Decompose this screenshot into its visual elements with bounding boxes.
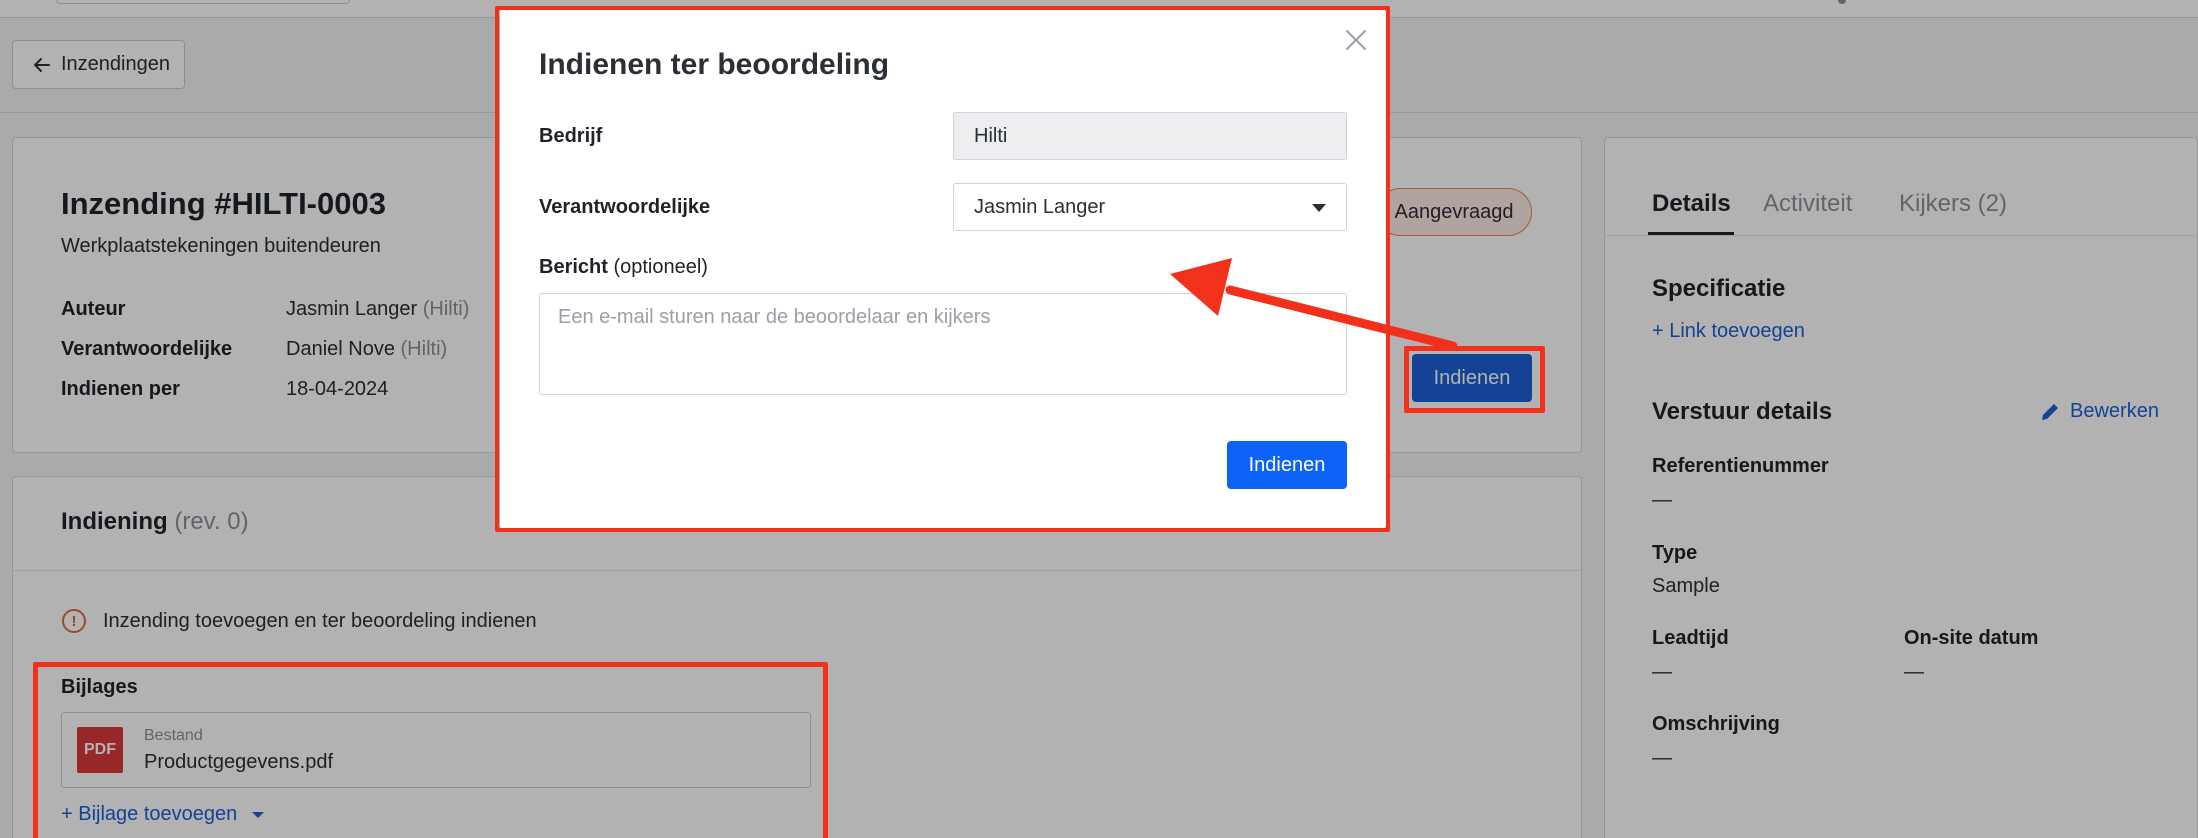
annotation-arrow: [1170, 258, 1458, 351]
dialog-title: Indienen ter beoordeling: [539, 48, 890, 81]
caret-down-icon: [1312, 204, 1326, 212]
dialog-submit-button[interactable]: Indienen: [1227, 441, 1347, 489]
highlight-attachments: [33, 662, 828, 838]
close-icon[interactable]: [1342, 26, 1370, 54]
company-label: Bedrijf: [539, 125, 603, 147]
company-field: Hilti: [953, 112, 1347, 160]
responsible-select-value: Jasmin Langer: [974, 195, 1106, 218]
responsible-select[interactable]: Jasmin Langer: [953, 183, 1347, 231]
responsible-field-label: Verantwoordelijke: [539, 196, 711, 218]
message-label: Bericht (optioneel): [539, 256, 708, 278]
